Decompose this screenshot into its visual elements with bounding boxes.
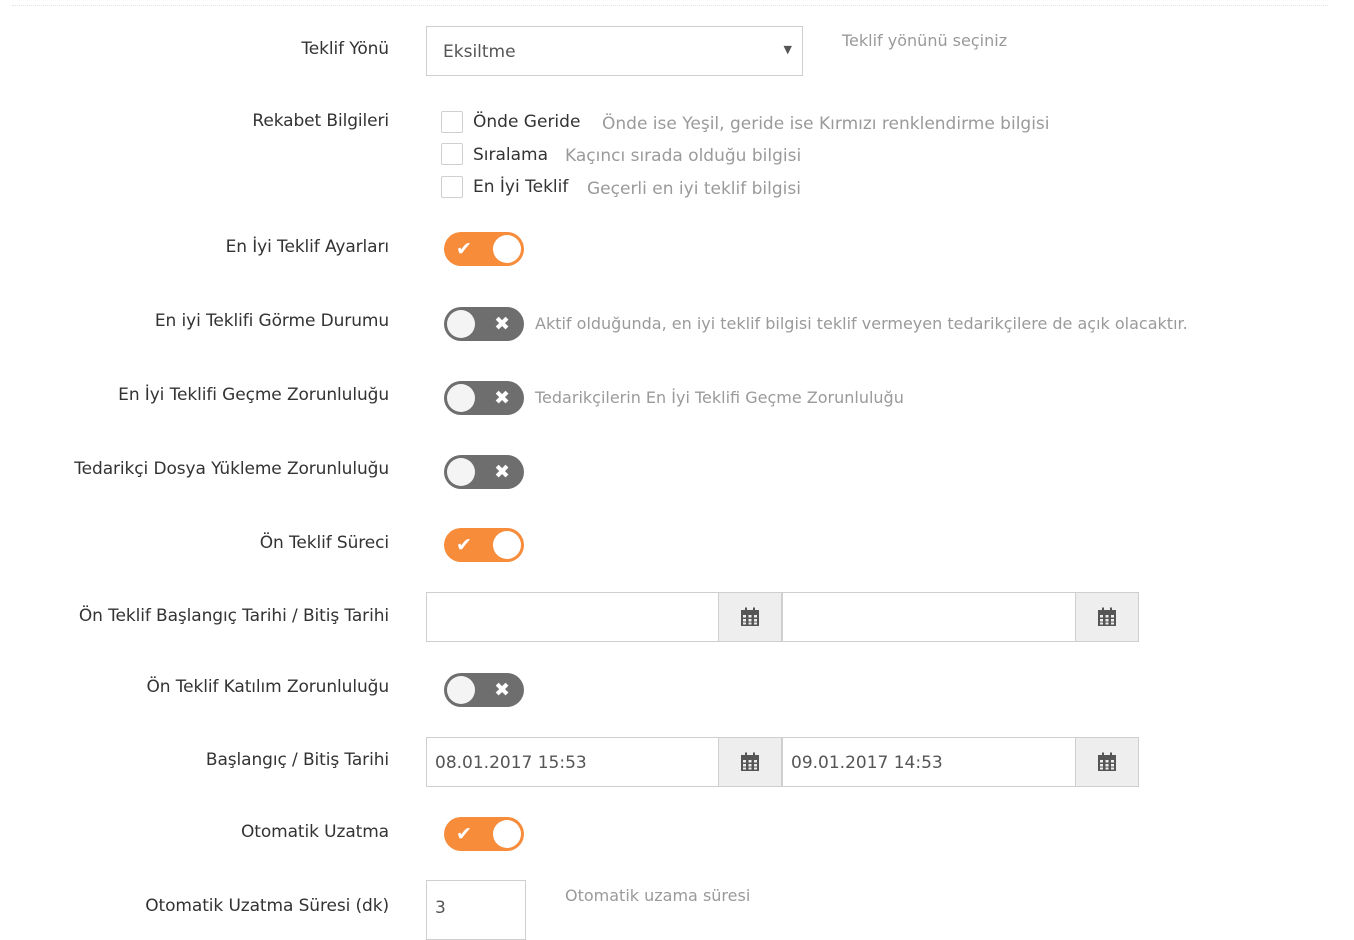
dates-label: Başlangıç / Bitiş Tarihi bbox=[205, 750, 389, 770]
auto-extend-duration-value: 3 bbox=[435, 898, 446, 918]
ahead-behind-label: Önde Geride bbox=[473, 112, 581, 132]
best-bid-option-help: Geçerli en iyi teklif bilgisi bbox=[587, 179, 801, 199]
end-calendar-button[interactable] bbox=[1075, 737, 1139, 787]
auto-extend-toggle[interactable]: ✔ bbox=[444, 817, 524, 851]
ranking-checkbox[interactable] bbox=[441, 143, 463, 165]
close-icon: ✖ bbox=[494, 313, 510, 335]
toggle-knob bbox=[447, 384, 475, 412]
beat-best-bid-label: En İyi Teklifi Geçme Zorunluluğu bbox=[118, 385, 389, 405]
calendar-icon bbox=[741, 607, 759, 626]
ahead-behind-help: Önde ise Yeşil, geride ise Kırmızı renkl… bbox=[602, 114, 1050, 134]
toggle-knob bbox=[493, 820, 521, 848]
best-bid-visibility-toggle[interactable]: ✖ bbox=[444, 307, 524, 341]
toggle-knob bbox=[493, 235, 521, 263]
pre-bid-end-date-input[interactable] bbox=[782, 592, 1076, 642]
auto-extend-duration-label: Otomatik Uzatma Süresi (dk) bbox=[145, 896, 389, 916]
chevron-down-icon: ▼ bbox=[783, 43, 792, 56]
supplier-upload-toggle[interactable]: ✖ bbox=[444, 455, 524, 489]
close-icon: ✖ bbox=[494, 387, 510, 409]
auto-extend-label: Otomatik Uzatma bbox=[241, 822, 389, 842]
pre-bid-participation-label: Ön Teklif Katılım Zorunluluğu bbox=[146, 677, 389, 697]
bid-direction-label: Teklif Yönü bbox=[301, 39, 389, 59]
beat-best-bid-help: Tedarikçilerin En İyi Teklifi Geçme Zoru… bbox=[535, 388, 904, 407]
pre-bid-process-toggle[interactable]: ✔ bbox=[444, 528, 524, 562]
start-date-input[interactable]: 08.01.2017 15:53 bbox=[426, 737, 719, 787]
ranking-label: Sıralama bbox=[473, 145, 549, 165]
check-icon: ✔ bbox=[456, 534, 472, 556]
pre-bid-dates-label: Ön Teklif Başlangıç Tarihi / Bitiş Tarih… bbox=[78, 606, 389, 626]
calendar-icon bbox=[741, 752, 759, 771]
check-icon: ✔ bbox=[456, 238, 472, 260]
best-bid-visibility-label: En iyi Teklifi Görme Durumu bbox=[154, 311, 389, 331]
best-bid-settings-label: En İyi Teklif Ayarları bbox=[225, 237, 389, 257]
toggle-knob bbox=[493, 531, 521, 559]
pre-bid-start-calendar-button[interactable] bbox=[718, 592, 782, 642]
bid-direction-value: Eksiltme bbox=[443, 42, 516, 62]
check-icon: ✔ bbox=[456, 823, 472, 845]
start-date-value: 08.01.2017 15:53 bbox=[435, 753, 587, 773]
bid-direction-help: Teklif yönünü seçiniz bbox=[842, 31, 1008, 50]
bid-direction-select[interactable]: Eksiltme ▼ bbox=[426, 26, 803, 76]
calendar-icon bbox=[1098, 607, 1116, 626]
calendar-icon bbox=[1098, 752, 1116, 771]
pre-bid-process-label: Ön Teklif Süreci bbox=[259, 533, 389, 553]
best-bid-settings-toggle[interactable]: ✔ bbox=[444, 232, 524, 266]
close-icon: ✖ bbox=[494, 461, 510, 483]
best-bid-visibility-help: Aktif olduğunda, en iyi teklif bilgisi t… bbox=[535, 314, 1188, 333]
ahead-behind-checkbox[interactable] bbox=[441, 111, 463, 133]
best-bid-option-label: En İyi Teklif bbox=[473, 177, 569, 197]
top-divider bbox=[12, 5, 1328, 6]
toggle-knob bbox=[447, 310, 475, 338]
pre-bid-end-calendar-button[interactable] bbox=[1075, 592, 1139, 642]
toggle-knob bbox=[447, 676, 475, 704]
auto-extend-duration-help: Otomatik uzama süresi bbox=[565, 886, 751, 905]
end-date-value: 09.01.2017 14:53 bbox=[791, 753, 943, 773]
end-date-input[interactable]: 09.01.2017 14:53 bbox=[782, 737, 1076, 787]
competition-info-label: Rekabet Bilgileri bbox=[252, 111, 389, 131]
start-calendar-button[interactable] bbox=[718, 737, 782, 787]
supplier-upload-label: Tedarikçi Dosya Yükleme Zorunluluğu bbox=[74, 459, 389, 479]
auto-extend-duration-input[interactable]: 3 bbox=[426, 880, 526, 940]
toggle-knob bbox=[447, 458, 475, 486]
pre-bid-start-date-input[interactable] bbox=[426, 592, 719, 642]
pre-bid-participation-toggle[interactable]: ✖ bbox=[444, 673, 524, 707]
ranking-help: Kaçıncı sırada olduğu bilgisi bbox=[565, 146, 802, 166]
beat-best-bid-toggle[interactable]: ✖ bbox=[444, 381, 524, 415]
close-icon: ✖ bbox=[494, 679, 510, 701]
best-bid-checkbox[interactable] bbox=[441, 176, 463, 198]
